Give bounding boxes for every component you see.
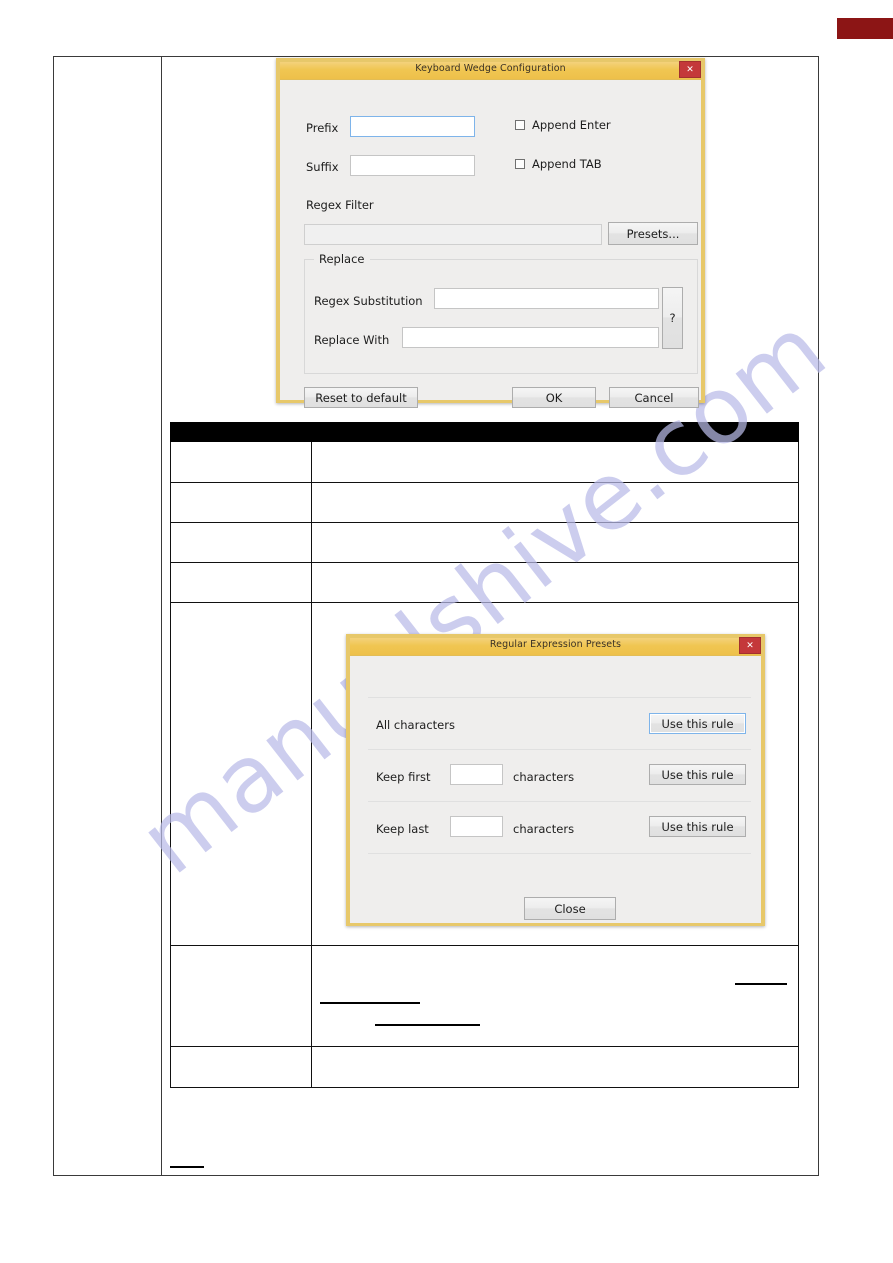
suffix-label: Suffix [306,160,339,174]
dialog-title: Keyboard Wedge Configuration [415,63,566,74]
table-cell-value [311,562,799,603]
table-row [170,441,799,483]
table-row [170,522,799,563]
rule-separator [368,853,751,854]
keep-last-count-input[interactable] [450,816,503,837]
use-this-rule-button-keep-first[interactable]: Use this rule [649,764,746,785]
checkbox-box [515,159,525,169]
ok-button[interactable]: OK [512,387,596,408]
keyboard-wedge-configuration-dialog[interactable]: Keyboard Wedge Configuration ✕ Prefix Su… [276,58,705,408]
regex-substitution-input[interactable] [434,288,659,309]
regex-filter-input[interactable] [304,224,602,245]
table-cell-label [170,562,312,603]
table-row [170,1046,799,1088]
cancel-button[interactable]: Cancel [609,387,699,408]
close-icon[interactable]: ✕ [679,61,701,78]
rule-keep-first-label: Keep first [376,770,431,784]
prefix-input[interactable] [350,116,475,137]
regex-substitution-label: Regex Substitution [314,294,423,308]
replace-group: Replace [304,252,698,374]
rule-keep-last-label: Keep last [376,822,429,836]
dialog-titlebar: Keyboard Wedge Configuration ✕ [280,61,701,80]
document-column-divider [161,56,162,1176]
append-tab-checkbox[interactable]: Append TAB [515,157,602,171]
table-header-cell-2 [311,422,799,442]
table-header-row [170,422,799,442]
redaction-underline [320,1002,420,1005]
replace-group-title: Replace [314,252,370,266]
rule-keep-last-suffix-label: characters [513,822,575,836]
table-cell-value [311,945,799,1047]
table-cell-label [170,441,312,483]
table-row [170,482,799,523]
dialog-titlebar: Regular Expression Presets ✕ [350,637,761,656]
redaction-underline [735,983,787,986]
table-cell-label [170,945,312,1047]
reset-to-default-button[interactable]: Reset to default [304,387,418,408]
table-row [170,945,799,1047]
redaction-underline [170,1166,204,1169]
presets-button[interactable]: Presets... [608,222,698,245]
append-enter-label: Append Enter [532,118,611,132]
replace-with-input[interactable] [402,327,659,348]
rule-all-characters-label: All characters [376,718,455,732]
table-cell-label [170,522,312,563]
dialog-body: Prefix Suffix Append Enter Append TAB Re… [280,80,701,408]
table-cell-value [311,1046,799,1088]
rule-separator [368,801,751,802]
checkbox-box [515,120,525,130]
table-cell-value [311,522,799,563]
rule-separator [368,749,751,750]
redaction-underline [375,1024,480,1027]
top-right-redaction-block [837,18,893,39]
prefix-label: Prefix [306,121,339,135]
table-cell-label [170,1046,312,1088]
close-icon[interactable]: ✕ [739,637,761,654]
table-header-cell-1 [170,422,312,442]
regular-expression-presets-dialog[interactable]: Regular Expression Presets ✕ All charact… [346,634,765,926]
table-row [170,562,799,603]
dialog-title: Regular Expression Presets [489,639,622,650]
keep-first-count-input[interactable] [450,764,503,785]
table-cell-label [170,482,312,523]
table-cell-value [311,441,799,483]
rule-separator [368,697,751,698]
use-this-rule-button-keep-last[interactable]: Use this rule [649,816,746,837]
append-tab-label: Append TAB [532,157,602,171]
suffix-input[interactable] [350,155,475,176]
use-this-rule-button-all-characters[interactable]: Use this rule [649,713,746,734]
regex-filter-label: Regex Filter [306,198,374,212]
help-button[interactable]: ? [662,287,683,349]
append-enter-checkbox[interactable]: Append Enter [515,118,611,132]
replace-with-label: Replace With [314,333,390,347]
rule-keep-first-suffix-label: characters [513,770,575,784]
table-cell-value [311,482,799,523]
close-button[interactable]: Close [524,897,616,920]
table-cell-label [170,602,312,946]
dialog-body: All characters Use this rule Keep first … [350,656,761,923]
